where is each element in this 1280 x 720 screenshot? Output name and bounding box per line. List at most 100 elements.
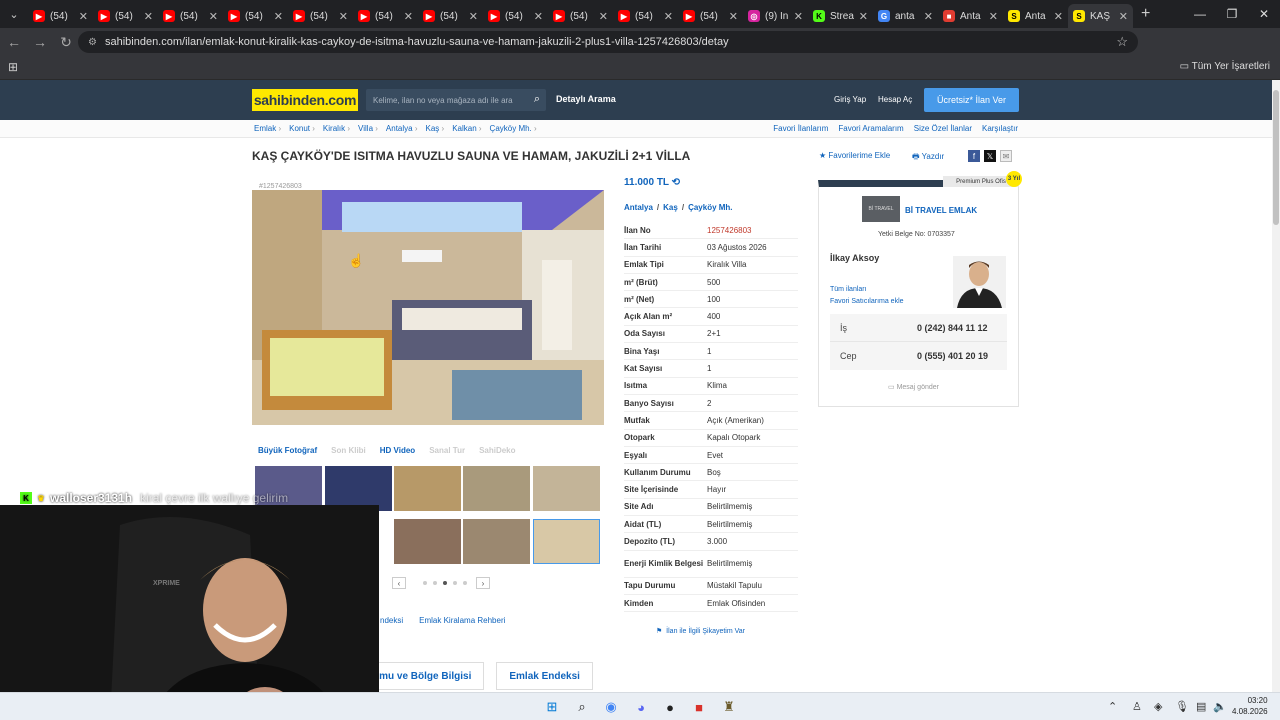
browser-tab[interactable]: ▶ (54) ✕ xyxy=(158,4,223,28)
close-icon[interactable]: ✕ xyxy=(1248,7,1280,21)
tab-close-icon[interactable]: ✕ xyxy=(729,10,738,23)
tab-close-icon[interactable]: ✕ xyxy=(924,10,933,23)
tab-close-icon[interactable]: ✕ xyxy=(404,10,413,23)
tab-search-icon[interactable]: ⌄ xyxy=(0,0,28,28)
browser-tab[interactable]: ▶ (54) ✕ xyxy=(93,4,158,28)
windows-start-icon[interactable]: ⊞ xyxy=(542,697,562,717)
browser-tab[interactable]: ▶ (54) ✕ xyxy=(223,4,288,28)
tray-app-icon[interactable]: ♙ xyxy=(1132,700,1142,713)
browser-tab[interactable]: ▶ (54) ✕ xyxy=(288,4,353,28)
browser-tab[interactable]: ▶ (54) ✕ xyxy=(483,4,548,28)
register-link[interactable]: Hesap Aç xyxy=(878,95,912,104)
page-dot[interactable] xyxy=(433,581,437,585)
page-dot[interactable] xyxy=(453,581,457,585)
search-icon[interactable]: ⌕ xyxy=(534,93,540,106)
chrome-icon[interactable]: ◉ xyxy=(601,697,621,717)
browser-tab[interactable]: S KAŞ ✕ xyxy=(1068,4,1133,28)
complaint-link[interactable]: ⚑ İlan ile İlgili Şikayetim Var xyxy=(656,627,745,635)
user-link[interactable]: Favori İlanlarım xyxy=(773,124,828,133)
info-tab[interactable]: Emlak Endeksi xyxy=(496,662,593,690)
breadcrumb-item[interactable]: Kalkan xyxy=(452,124,481,133)
browser-tab[interactable]: ▶ (54) ✕ xyxy=(353,4,418,28)
network-icon[interactable]: ▤ xyxy=(1196,700,1206,713)
tab-close-icon[interactable]: ✕ xyxy=(144,10,153,23)
forward-icon[interactable]: → xyxy=(28,34,52,50)
all-listings-link[interactable]: Tüm ilanları xyxy=(830,286,867,293)
tab-close-icon[interactable]: ✕ xyxy=(989,10,998,23)
page-dot[interactable] xyxy=(463,581,467,585)
breadcrumb-item[interactable]: Villa xyxy=(358,124,378,133)
search-input[interactable]: Kelime, ilan no veya mağaza adı ile ara … xyxy=(366,89,546,111)
page-scrollbar[interactable] xyxy=(1272,80,1280,692)
game-icon[interactable]: ♜ xyxy=(719,697,739,717)
thumbnail[interactable] xyxy=(463,519,530,564)
location-link[interactable]: Çayköy Mh. xyxy=(688,203,732,212)
guide-link[interactable]: ndeksi xyxy=(380,616,403,625)
tab-close-icon[interactable]: ✕ xyxy=(209,10,218,23)
browser-tab[interactable]: ▶ (54) ✕ xyxy=(613,4,678,28)
browser-tab[interactable]: ▶ (54) ✕ xyxy=(418,4,483,28)
browser-tab[interactable]: Ganta ✕ xyxy=(873,4,938,28)
tab-close-icon[interactable]: ✕ xyxy=(794,10,803,23)
tab-close-icon[interactable]: ✕ xyxy=(664,10,673,23)
phone-number[interactable]: 0 (555) 401 20 19 xyxy=(917,351,988,361)
favorite-seller-link[interactable]: Favori Satıcılarıma ekle xyxy=(830,298,904,305)
new-tab-button[interactable]: + xyxy=(1141,5,1150,23)
print-link[interactable]: 🖶 Yazdır xyxy=(912,151,944,165)
breadcrumb-item[interactable]: Konut xyxy=(289,124,315,133)
login-link[interactable]: Giriş Yap xyxy=(834,95,866,104)
tab-close-icon[interactable]: ✕ xyxy=(1054,10,1063,23)
bookmark-star-icon[interactable]: ☆ xyxy=(1116,34,1128,50)
agency-name[interactable]: Bİ TRAVEL EMLAK xyxy=(905,206,977,215)
address-bar[interactable]: ⚙ sahibinden.com/ilan/emlak-konut-kirali… xyxy=(78,31,1138,53)
thumbnail[interactable] xyxy=(394,519,461,564)
thumbnail[interactable] xyxy=(394,466,461,511)
volume-icon[interactable]: 🔈 xyxy=(1213,700,1227,713)
browser-tab[interactable]: ▶ (54) ✕ xyxy=(678,4,743,28)
user-link[interactable]: Karşılaştır xyxy=(982,124,1018,133)
location-link[interactable]: Kaş xyxy=(663,203,678,212)
restore-icon[interactable]: ❐ xyxy=(1216,7,1248,21)
tray-app-icon[interactable]: ◈ xyxy=(1154,700,1162,713)
all-bookmarks-link[interactable]: ▭ Tüm Yer İşaretleri xyxy=(1180,61,1270,72)
guide-link[interactable]: Emlak Kiralama Rehberi xyxy=(419,616,505,625)
price-history-icon[interactable]: ⟲ xyxy=(672,177,680,188)
browser-tab[interactable]: K Strea ✕ xyxy=(808,4,873,28)
browser-tab[interactable]: ▶ (54) ✕ xyxy=(28,4,93,28)
photo-action-link[interactable]: Sanal Tur xyxy=(429,446,465,455)
system-clock[interactable]: 03:20 4.08.2026 xyxy=(1232,695,1268,717)
reload-icon[interactable]: ↻ xyxy=(54,34,78,51)
breadcrumb-item[interactable]: Kiralık xyxy=(323,124,350,133)
next-page-icon[interactable]: › xyxy=(476,577,490,589)
page-dot[interactable] xyxy=(423,581,427,585)
apps-grid-icon[interactable]: ⊞ xyxy=(8,60,18,74)
microphone-icon[interactable]: 🎙 xyxy=(1175,700,1189,713)
location-link[interactable]: Antalya xyxy=(624,203,653,212)
tab-close-icon[interactable]: ✕ xyxy=(1119,10,1128,23)
search-icon[interactable]: ⌕ xyxy=(572,697,592,717)
thumbnail[interactable] xyxy=(533,466,600,511)
breadcrumb-item[interactable]: Emlak xyxy=(254,124,281,133)
minimize-icon[interactable]: — xyxy=(1184,7,1216,21)
thumbnail[interactable] xyxy=(463,466,530,511)
photo-action-link[interactable]: Büyük Fotoğraf xyxy=(258,446,317,455)
detailed-search-link[interactable]: Detaylı Arama xyxy=(556,94,616,104)
photo-action-link[interactable]: Son Klibi xyxy=(331,446,366,455)
main-photo[interactable] xyxy=(252,190,604,425)
user-link[interactable]: Size Özel İlanlar xyxy=(914,124,972,133)
tab-close-icon[interactable]: ✕ xyxy=(599,10,608,23)
tab-close-icon[interactable]: ✕ xyxy=(859,10,868,23)
photo-action-link[interactable]: HD Video xyxy=(380,446,415,455)
photo-action-link[interactable]: SahiDeko xyxy=(479,446,515,455)
phone-number[interactable]: 0 (242) 844 11 12 xyxy=(917,323,988,333)
site-info-icon[interactable]: ⚙ xyxy=(88,37,97,48)
site-logo[interactable]: sahibinden.com xyxy=(252,89,358,111)
breadcrumb-item[interactable]: Çayköy Mh. xyxy=(490,124,537,133)
discord-icon[interactable]: ◕ xyxy=(631,697,651,717)
tab-close-icon[interactable]: ✕ xyxy=(274,10,283,23)
app-icon[interactable]: ■ xyxy=(689,697,709,717)
mail-icon[interactable]: ✉ xyxy=(1000,150,1012,162)
tab-close-icon[interactable]: ✕ xyxy=(469,10,478,23)
back-icon[interactable]: ← xyxy=(2,34,26,50)
scrollbar-thumb[interactable] xyxy=(1273,90,1279,225)
